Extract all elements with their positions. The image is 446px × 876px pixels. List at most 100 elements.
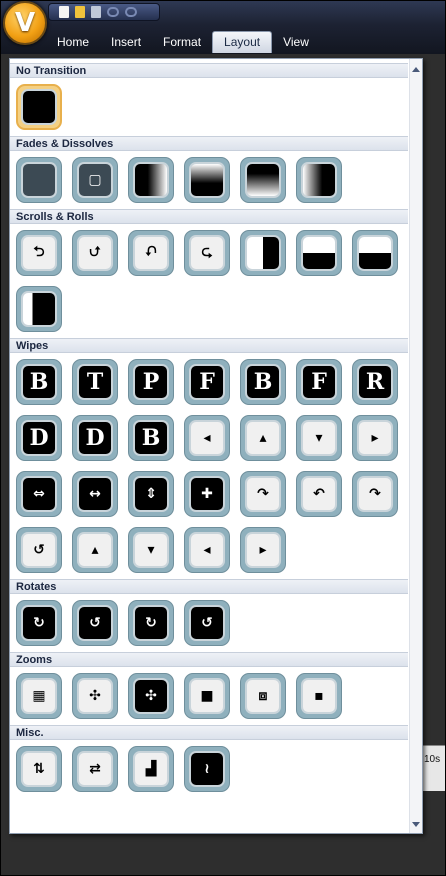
blank-icon (21, 89, 57, 125)
open-folder-icon[interactable] (75, 6, 85, 18)
transition-button[interactable]: ▾ (296, 415, 342, 461)
transition-button[interactable]: ↻ (128, 600, 174, 646)
category-grid: ▢ (10, 151, 408, 209)
save-icon[interactable] (91, 6, 101, 18)
transition-button[interactable]: ⮎ (184, 230, 230, 276)
tab-home[interactable]: Home (46, 31, 100, 53)
transition-button[interactable] (240, 157, 286, 203)
transition-button[interactable]: ⧈ (240, 673, 286, 719)
transition-button[interactable]: D (16, 415, 62, 461)
tab-layout[interactable]: Layout (212, 31, 273, 53)
zoom-in-corners-icon: ✣ (133, 678, 169, 714)
transition-button[interactable]: ▾ (128, 527, 174, 573)
tab-view[interactable]: View (272, 31, 320, 53)
transition-button[interactable]: ▸ (240, 527, 286, 573)
transition-button[interactable]: ▦ (16, 673, 62, 719)
rotate-2-icon: ↺ (77, 605, 113, 641)
transition-button[interactable]: ⮍ (72, 230, 118, 276)
timeline-ruler: 10s (420, 745, 446, 791)
transition-button[interactable]: B (240, 359, 286, 405)
transition-glyph: B (253, 369, 273, 395)
transition-button[interactable]: ↷ (240, 471, 286, 517)
transition-button[interactable]: P (128, 359, 174, 405)
transition-button[interactable]: ⇄ (72, 746, 118, 792)
roll-top-icon (301, 235, 337, 271)
wipe-arrow-right-icon: ▸ (357, 420, 393, 456)
transition-button[interactable]: ⇕ (128, 471, 174, 517)
tab-insert[interactable]: Insert (100, 31, 152, 53)
transition-button[interactable] (184, 157, 230, 203)
category-grid (10, 78, 408, 136)
transition-glyph: T (86, 369, 104, 395)
transition-button[interactable]: ↔ (72, 471, 118, 517)
wipe-b-icon: B (21, 364, 57, 400)
transition-button[interactable]: ▪ (296, 673, 342, 719)
transition-button[interactable]: ⇅ (16, 746, 62, 792)
scroll-up-arrow-icon[interactable] (412, 67, 420, 72)
transition-button[interactable] (240, 230, 286, 276)
wipe-arrow-left-icon: ◂ (189, 420, 225, 456)
transition-button[interactable]: ⮏ (128, 230, 174, 276)
transition-button[interactable]: ↺ (16, 527, 62, 573)
category-header: Zooms (10, 652, 408, 667)
transition-button[interactable] (296, 230, 342, 276)
transition-button[interactable]: ◂ (184, 415, 230, 461)
transition-button[interactable]: ↶ (296, 471, 342, 517)
undo-icon[interactable] (107, 7, 119, 17)
transition-button[interactable]: ↺ (184, 600, 230, 646)
curl-right-icon: ↷ (357, 476, 393, 512)
transition-button[interactable]: ▸ (352, 415, 398, 461)
transition-button[interactable]: ▢ (72, 157, 118, 203)
tab-format[interactable]: Format (152, 31, 212, 53)
app-menu-button[interactable]: V (3, 1, 47, 45)
transition-button[interactable]: R (352, 359, 398, 405)
category-grid: ⮌ ⮍ ⮏ ⮎ (10, 224, 408, 338)
barn-split-out-icon: ↔ (77, 476, 113, 512)
transition-button[interactable]: B (16, 359, 62, 405)
barn-split-h-icon: ⇕ (133, 476, 169, 512)
transition-glyph: B (141, 425, 161, 451)
transition-button[interactable]: ↺ (72, 600, 118, 646)
transition-glyph: ⧈ (258, 688, 268, 704)
transition-button[interactable]: ⮌ (16, 230, 62, 276)
transition-button[interactable]: ■ (184, 673, 230, 719)
transition-button[interactable] (16, 157, 62, 203)
transition-button[interactable]: ↷ (352, 471, 398, 517)
transition-button[interactable]: ✚ (184, 471, 230, 517)
wipe-d2-icon: D (77, 420, 113, 456)
scroll-down-arrow-icon[interactable] (412, 822, 420, 827)
slide-arrows-icon: ⇄ (77, 751, 113, 787)
transition-button[interactable]: F (296, 359, 342, 405)
transition-button[interactable]: ▴ (72, 527, 118, 573)
transition-button[interactable]: ✣ (128, 673, 174, 719)
blinds-down-icon: ▾ (133, 532, 169, 568)
redo-icon[interactable] (125, 7, 137, 17)
transition-button[interactable]: ▟ (128, 746, 174, 792)
transition-button[interactable] (16, 84, 62, 130)
transition-glyph: ▾ (147, 542, 155, 558)
transition-button[interactable]: ◂ (184, 527, 230, 573)
transition-button[interactable]: D (72, 415, 118, 461)
transition-button[interactable]: B (128, 415, 174, 461)
blinds-up-icon: ▴ (77, 532, 113, 568)
transition-glyph: ⇅ (33, 761, 45, 777)
transition-button[interactable] (128, 157, 174, 203)
roll-vertical-icon (245, 235, 281, 271)
transition-button[interactable]: ▴ (240, 415, 286, 461)
gallery-scrollbar[interactable] (409, 59, 422, 833)
transition-button[interactable] (296, 157, 342, 203)
category-header: No Transition (10, 63, 408, 78)
transition-button[interactable]: ≀ (184, 746, 230, 792)
zoom-checker-icon: ▦ (21, 678, 57, 714)
transition-button[interactable] (352, 230, 398, 276)
wave-icon: ≀ (189, 751, 225, 787)
transition-button[interactable]: T (72, 359, 118, 405)
transition-button[interactable]: ✣ (72, 673, 118, 719)
transition-button[interactable] (16, 286, 62, 332)
transition-button[interactable]: F (184, 359, 230, 405)
transition-glyph: F (199, 369, 215, 395)
new-icon[interactable] (59, 6, 69, 18)
transition-button[interactable]: ↻ (16, 600, 62, 646)
transition-button[interactable]: ⇔ (16, 471, 62, 517)
transition-glyph: ■ (200, 688, 214, 704)
